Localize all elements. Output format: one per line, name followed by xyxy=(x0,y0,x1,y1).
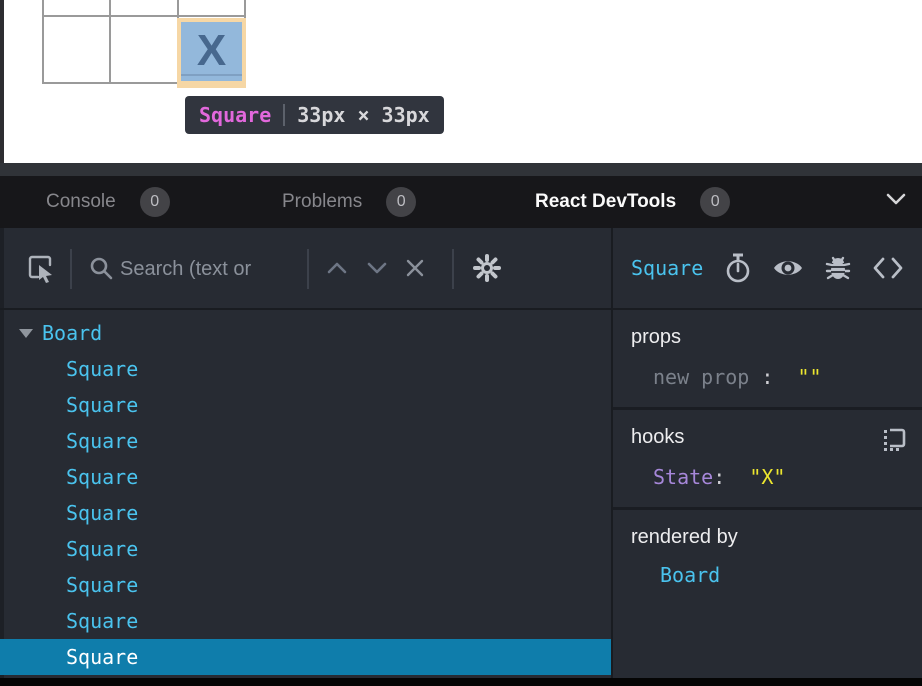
search-input[interactable] xyxy=(120,248,298,290)
tree-item-square[interactable]: Square xyxy=(0,387,611,423)
tree-item-square[interactable]: Square xyxy=(0,531,611,567)
toolbar-divider xyxy=(70,249,72,289)
details-toolbar: Square xyxy=(613,228,922,308)
prop-colon: : xyxy=(749,365,797,389)
react-devtools-content: Board SquareSquareSquareSquareSquareSqua… xyxy=(0,310,922,678)
tree-item-label: Board xyxy=(42,321,102,345)
hook-name: State xyxy=(653,465,713,489)
tree-toolbar xyxy=(0,228,613,308)
toolbar-divider xyxy=(307,249,309,289)
tree-item-board[interactable]: Board xyxy=(0,315,611,351)
props-section: props new prop : "" xyxy=(613,310,922,410)
search-icon xyxy=(88,255,114,281)
tree-item-square[interactable]: Square xyxy=(0,603,611,639)
problems-count-badge: 0 xyxy=(386,187,416,217)
inspect-highlight-overlay: X xyxy=(177,18,246,88)
collapse-panel-chevron-down-icon[interactable] xyxy=(884,191,908,207)
next-match-chevron-down-icon[interactable] xyxy=(366,261,388,275)
suspend-timer-icon[interactable] xyxy=(724,253,752,283)
rendered-by-section: rendered by Board xyxy=(613,510,922,678)
hooks-section: hooks State: "X" xyxy=(613,410,922,510)
toolbar-divider xyxy=(452,249,454,289)
component-tree: Board SquareSquareSquareSquareSquareSqua… xyxy=(0,310,613,678)
tooltip-dimensions: 33px × 33px xyxy=(297,103,429,127)
prev-match-chevron-up-icon[interactable] xyxy=(326,261,348,275)
react-devtools-toolbar: Square xyxy=(0,228,922,310)
prop-value[interactable]: "" xyxy=(798,365,822,389)
tree-item-square[interactable]: Square xyxy=(0,639,611,675)
grid-line xyxy=(109,0,111,84)
grid-line xyxy=(42,0,44,84)
view-source-code-icon[interactable] xyxy=(872,257,904,279)
inspect-dom-eye-icon[interactable] xyxy=(772,257,804,279)
rendered-by-owner-link[interactable]: Board xyxy=(631,563,904,587)
inspect-element-icon[interactable] xyxy=(26,253,56,283)
settings-gear-icon[interactable] xyxy=(472,253,502,283)
prop-name[interactable]: new prop xyxy=(653,365,749,389)
inspect-tooltip: Square 33px × 33px xyxy=(185,96,444,134)
grid-line xyxy=(42,15,246,17)
tree-item-square[interactable]: Square xyxy=(0,459,611,495)
tab-problems[interactable]: Problems 0 xyxy=(282,176,416,228)
devtools-window: X Square 33px × 33px Console 0 Problems … xyxy=(0,0,922,686)
board-cell[interactable]: X xyxy=(181,22,242,81)
tab-label: Console xyxy=(46,191,116,213)
devtools-tab-bar: Console 0 Problems 0 React DevTools 0 xyxy=(0,176,922,228)
expand-triangle-icon[interactable] xyxy=(19,329,33,338)
tree-item-square[interactable]: Square xyxy=(0,567,611,603)
bottom-edge-bar xyxy=(0,678,922,686)
tooltip-divider xyxy=(283,104,285,126)
board-cell-value: X xyxy=(197,29,226,73)
prop-row: new prop : "" xyxy=(631,365,904,389)
hook-colon: : xyxy=(713,465,749,489)
tab-label: Problems xyxy=(282,191,362,213)
tree-item-square[interactable]: Square xyxy=(0,495,611,531)
parse-hook-names-icon[interactable] xyxy=(882,426,908,452)
tab-console[interactable]: Console 0 xyxy=(46,176,170,228)
hook-row: State: "X" xyxy=(631,465,904,489)
react-devtools-count-badge: 0 xyxy=(700,187,730,217)
tab-label: React DevTools xyxy=(535,191,676,213)
tree-item-square[interactable]: Square xyxy=(0,351,611,387)
cell-border-line xyxy=(181,74,242,76)
clear-search-x-icon[interactable] xyxy=(405,258,425,278)
props-title: props xyxy=(631,326,904,349)
rendered-by-title: rendered by xyxy=(631,526,904,549)
tree-item-square[interactable]: Square xyxy=(0,423,611,459)
page-devtools-separator xyxy=(0,163,922,176)
debug-bug-icon[interactable] xyxy=(824,254,852,282)
browser-page: X Square 33px × 33px xyxy=(0,0,922,163)
hooks-title: hooks xyxy=(631,426,904,449)
component-details: props new prop : "" hooks xyxy=(613,310,922,678)
hook-value[interactable]: "X" xyxy=(749,465,785,489)
selected-component-title: Square xyxy=(631,256,703,280)
tab-react-devtools[interactable]: React DevTools 0 xyxy=(535,176,730,228)
console-count-badge: 0 xyxy=(140,187,170,217)
tooltip-component-name: Square xyxy=(199,103,271,127)
